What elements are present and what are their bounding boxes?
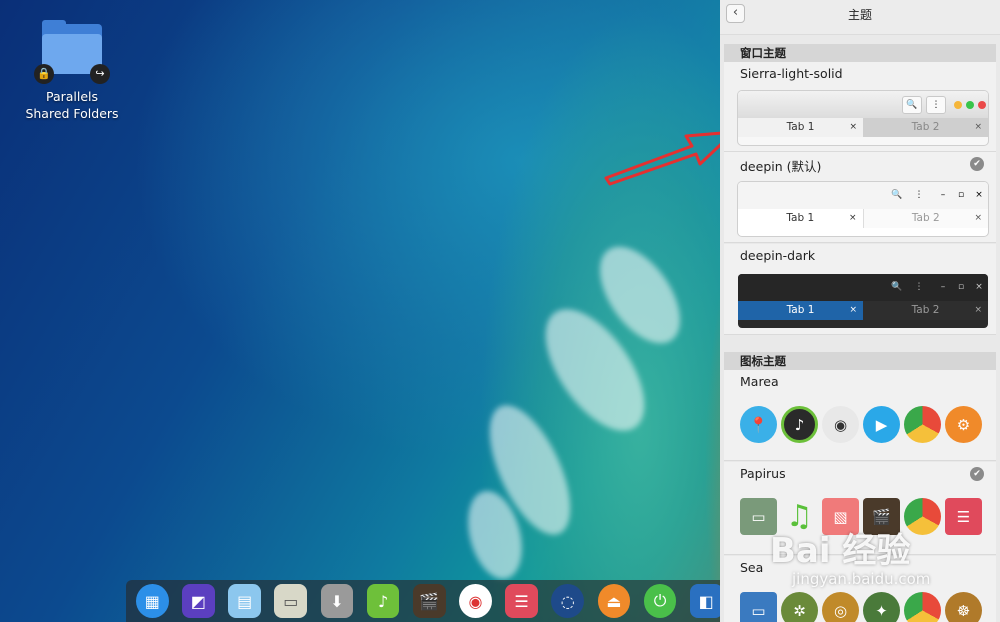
preview-tabs: Tab 1 × Tab 2 × [738,301,988,320]
maximize-dot-icon [966,101,974,109]
preview-tab-2: Tab 2 × [863,301,988,320]
music-icon: ♪ [781,406,818,443]
music-note-icon: ♫ [786,499,813,534]
selected-check-icon: ✔ [970,467,984,481]
file-manager-icon: ▭ [740,592,777,622]
maximize-icon: ▫ [957,190,965,200]
file-manager-icon[interactable]: ▭ [274,584,308,618]
screenshot-app-icon[interactable]: ◩ [182,584,215,618]
selected-check-icon: ✔ [970,157,984,171]
control-center-icon[interactable]: ☰ [505,584,538,618]
music-player-icon[interactable]: ♪ [366,584,400,618]
lock-icon: 🔒 [34,64,54,84]
section-title-icon-theme: 图标主题 [724,352,996,370]
close-dot-icon [978,101,986,109]
ship-wheel-icon: ☸ [945,592,982,622]
preview-tab-2: Tab 2 × [863,118,988,137]
theme-name: deepin-dark [740,248,816,263]
eye-icon: ◉ [822,406,859,443]
folder-icon: 🔒 ↪ [34,20,110,84]
settings-gear-icon: ⚙ [945,406,982,443]
icon-preview-row: ▭ ✲ ◎ ✦ ☸ [740,592,982,622]
chrome-icon [904,592,941,622]
screen-recorder-icon[interactable]: ◌ [551,584,585,618]
search-icon: 🔍 [891,282,903,292]
turtle-icon: ✦ [863,592,900,622]
theme-name: Papirus [740,466,786,481]
close-icon: × [975,190,983,200]
window-theme-deepin-dark[interactable]: deepin-dark 🔍 ⋮ – ▫ × Tab 1 × Tab 2 × [724,244,996,335]
movie-player-icon[interactable]: 🎬 [412,584,446,618]
theme-name: Sierra-light-solid [740,66,843,81]
preview-tab-2: Tab 2 × [863,209,988,228]
icon-preview-row: ▭ ♫ ▧ 🎬 ☰ [740,498,982,535]
app-store-icon[interactable]: ⬇ [320,584,354,618]
preview-titlebar: 🔍 ⋮ – ▫ × [738,182,988,209]
dock: ▦ ◩ ▤ ▭ ⬇ ♪ 🎬 ◉ ☰ ◌ ⏏ ⏻ ◧ [126,580,736,622]
preview-titlebar: 🔍 ⋮ – ▫ × [738,274,988,301]
desktop-icon-label: Parallels Shared Folders [25,89,119,121]
icon-theme-section: 图标主题 [724,352,996,370]
panel-header: ‹ 主题 [720,0,1000,35]
minimize-icon: – [940,282,946,292]
maps-icon: 📍 [740,406,777,443]
theme-name: Sea [740,560,764,575]
preview-tabs: Tab 1 × Tab 2 × [738,118,988,137]
eject-icon[interactable]: ⏏ [597,584,631,618]
search-icon: 🔍 [902,96,922,114]
menu-icon: ⋮ [914,190,924,200]
icon-theme-marea[interactable]: Marea 📍 ♪ ◉ ▶ ⚙ [724,370,996,461]
theme-name: Marea [740,374,779,389]
preview-titlebar: 🔍 ⋮ [738,91,988,118]
chrome-icon[interactable]: ◉ [459,584,492,618]
theme-preview: 🔍 ⋮ – ▫ × Tab 1 × Tab 2 × [738,182,988,236]
preview-tabs: Tab 1 × Tab 2 × [738,209,988,228]
minimize-dot-icon [954,101,962,109]
preview-tab-1: Tab 1 × [738,209,864,228]
panel-title: 主题 [847,8,872,22]
theme-preview: 🔍 ⋮ – ▫ × Tab 1 × Tab 2 × [738,274,988,328]
sea-creature-icon: ✲ [781,592,818,622]
section-title-window-theme: 窗口主题 [724,44,996,62]
chrome-icon [904,498,941,535]
photo-icon: ▧ [822,498,859,535]
preview-tab-1: Tab 1 × [738,118,863,137]
porthole-icon: ◎ [822,592,859,622]
share-icon: ↪ [90,64,110,84]
file-manager-icon: ▭ [740,498,777,535]
chrome-icon [904,406,941,443]
theme-name: deepin (默认) [740,159,822,174]
power-icon[interactable]: ⏻ [643,584,677,618]
launcher-icon[interactable]: ▦ [136,584,169,618]
watermark-logo: Bai 经验 [770,531,911,571]
close-icon: × [975,282,983,292]
movie-icon: 🎬 [863,498,900,535]
mixer-icon: ☰ [945,498,982,535]
menu-icon: ⋮ [926,96,946,114]
video-player-icon: ▶ [863,406,900,443]
minimize-icon: – [940,190,946,200]
window-theme-sierra-light-solid[interactable]: Sierra-light-solid 🔍 ⋮ Tab 1 × Tab 2 × [724,62,996,152]
theme-preview: 🔍 ⋮ Tab 1 × Tab 2 × [738,91,988,145]
maximize-icon: ▫ [957,282,965,292]
window-theme-section: 窗口主题 [724,44,996,62]
search-icon: 🔍 [891,190,903,200]
icon-preview-row: 📍 ♪ ◉ ▶ ⚙ [740,406,982,443]
red-arrow-annotation [604,130,736,186]
window-theme-deepin[interactable]: deepin (默认) ✔ 🔍 ⋮ – ▫ × Tab 1 × Tab 2 × [724,152,996,243]
menu-icon: ⋮ [914,282,924,292]
theme-panel: ‹ 主题 窗口主题 Sierra-light-solid 🔍 ⋮ Tab 1 × … [720,0,1000,622]
watermark-url: jingyan.baidu.com [792,570,931,588]
preview-tab-1: Tab 1 × [738,301,863,320]
baidu-watermark: Bai 经验 jingyan.baidu.com [770,532,930,588]
desktop-icon-parallels-shared-folders[interactable]: 🔒 ↪ Parallels Shared Folders [22,20,122,122]
window-icon[interactable]: ◧ [689,584,723,618]
multitasking-icon[interactable]: ▤ [228,584,261,618]
